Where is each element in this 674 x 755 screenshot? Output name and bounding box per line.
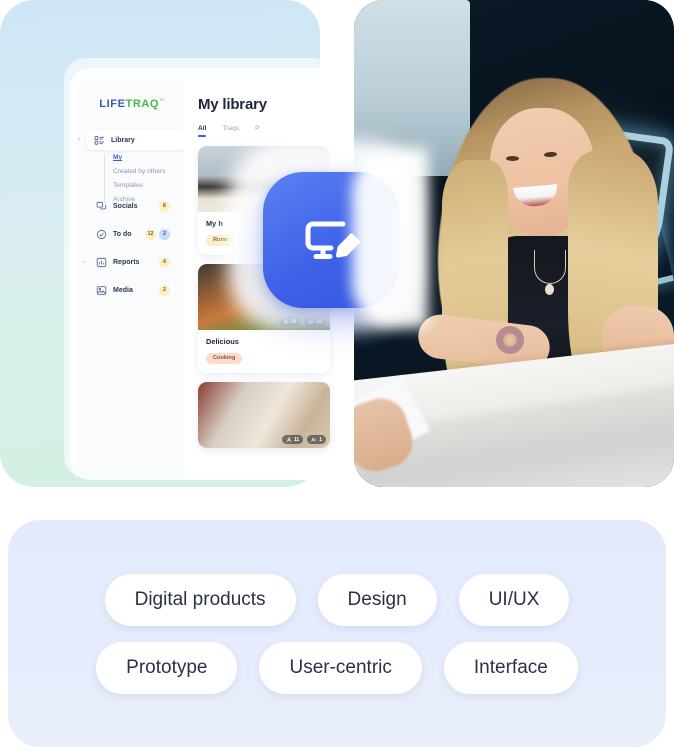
tab-p[interactable]: P (255, 125, 259, 137)
reports-icon (96, 257, 107, 268)
screenshot-root: LIFE TRAQ ™ › Library My Created by others… (0, 0, 674, 755)
sidebar-badges: 2 (159, 284, 170, 296)
card-people-stat: 1 (307, 435, 326, 444)
brand-logo-trademark: ™ (159, 98, 165, 104)
page-title: My library (198, 96, 267, 113)
sidebar-item-label: Library (111, 136, 135, 144)
card-stats: 11 1 (281, 435, 326, 444)
todo-icon (96, 229, 107, 240)
card-views-stat: 11 (281, 435, 304, 444)
badge-count: 2 (159, 284, 170, 296)
sidebar-subitem-created-by-others[interactable]: Created by others (113, 168, 176, 175)
photo-eye-left (506, 156, 519, 161)
card-views-value: 11 (293, 436, 300, 443)
socials-icon (96, 201, 107, 212)
tag-user-centric[interactable]: User-centric (259, 641, 422, 694)
badge-count: 12 (145, 228, 156, 240)
photo-necklace (534, 250, 566, 284)
tags-row-1: Digital products Design UI/UX (24, 573, 650, 626)
tag-digital-products[interactable]: Digital products (104, 573, 296, 626)
sidebar-item-label: Socials (113, 202, 138, 210)
sidebar-badges: 8 (159, 200, 170, 212)
card-thumbnail: 11 1 (198, 382, 330, 448)
sidebar-badges: 4 (159, 256, 170, 268)
sidebar-item-label: Reports (113, 258, 140, 266)
card-body: Delicious Cooking (198, 330, 330, 373)
tag-prototype[interactable]: Prototype (96, 641, 238, 694)
tag-interface[interactable]: Interface (443, 641, 578, 694)
card-title: Delicious (206, 337, 239, 346)
library-icon (94, 135, 105, 146)
sidebar-item-label: Media (113, 286, 133, 294)
badge-count: 4 (159, 256, 170, 268)
chevron-right-icon[interactable]: › (78, 137, 80, 143)
people-icon (311, 437, 317, 442)
sidebar: LIFE TRAQ ™ › Library My Created by others… (76, 80, 186, 480)
person-icon (286, 436, 292, 442)
brand-logo-part2: TRAQ (125, 98, 160, 110)
media-icon (96, 285, 107, 296)
chevron-down-icon[interactable]: ⌄ (82, 259, 87, 265)
sidebar-item-socials[interactable]: Socials 8 (90, 196, 176, 216)
sidebar-subitem-my[interactable]: My (113, 154, 176, 161)
card-chip: Cooking (206, 352, 243, 364)
sidebar-item-library[interactable]: › Library (78, 130, 186, 150)
content-tabs: All Traqs P (198, 125, 338, 137)
tab-all[interactable]: All (198, 125, 207, 137)
tags-panel: Digital products Design UI/UX Prototype … (8, 520, 666, 747)
tag-design[interactable]: Design (317, 573, 437, 626)
tag-ui-ux[interactable]: UI/UX (458, 573, 570, 626)
badge-count: 8 (159, 200, 170, 212)
sidebar-item-reports[interactable]: ⌄ Reports 4 (82, 252, 176, 272)
tab-traqs[interactable]: Traqs (222, 125, 239, 137)
sidebar-item-media[interactable]: Media 2 (90, 280, 176, 300)
sidebar-subitem-templates[interactable]: Templates (113, 182, 176, 189)
card-people-value: 1 (319, 436, 322, 443)
brand-logo-part1: LIFE (99, 98, 126, 110)
photo-pendant (545, 284, 554, 295)
tags-row-2: Prototype User-centric Interface (24, 641, 650, 694)
sidebar-item-label: To do (113, 230, 132, 238)
badge-count-secondary: 2 (159, 228, 170, 240)
app-icon-halo-overlay (352, 148, 428, 328)
sidebar-badges: 12 2 (145, 228, 170, 240)
brand-logo: LIFE TRAQ ™ (88, 98, 176, 110)
sidebar-item-todo[interactable]: To do 12 2 (90, 224, 176, 244)
library-card[interactable]: 11 1 (198, 382, 330, 448)
